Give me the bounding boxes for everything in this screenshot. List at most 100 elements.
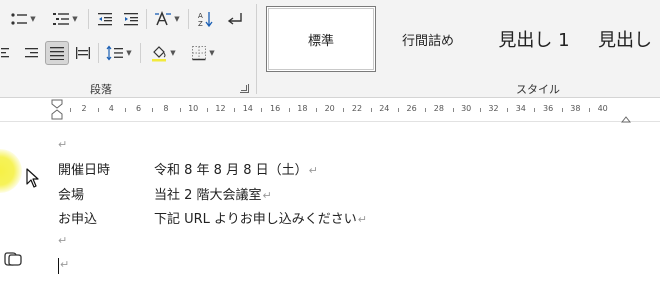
style-label: 標準 <box>307 33 334 49</box>
ruler-tick <box>124 108 126 112</box>
show-marks-button[interactable] <box>224 8 246 30</box>
line-spacing-button[interactable]: ▼ <box>102 42 136 64</box>
paragraph-mark: ↵ <box>58 234 68 247</box>
bullets-button[interactable]: ▼ <box>4 8 42 30</box>
increase-indent-button[interactable] <box>120 8 142 30</box>
ruler-number: 16 <box>270 104 281 113</box>
shading-button[interactable]: ▼ <box>146 42 180 64</box>
decrease-indent-button[interactable] <box>94 8 116 30</box>
ruler-tick <box>261 108 263 112</box>
borders-button[interactable]: ▼ <box>186 42 220 64</box>
ruler-number: 26 <box>406 104 417 113</box>
ruler-tick <box>534 108 536 112</box>
divider <box>146 9 147 29</box>
copilot-icon[interactable] <box>4 251 22 271</box>
ruler-number: 12 <box>215 104 226 113</box>
ruler-number: 40 <box>597 104 608 113</box>
line-spacing-icon <box>106 45 124 61</box>
asian-layout-button[interactable]: ▼ <box>150 8 184 30</box>
ruler-number: 28 <box>433 104 444 113</box>
ruler-tick <box>507 108 509 112</box>
paragraph-group-label: 段落 <box>90 83 112 96</box>
svg-text:Z: Z <box>198 20 203 28</box>
ruler-number: 20 <box>324 104 335 113</box>
ruler-number: 32 <box>488 104 499 113</box>
chevron-down-icon: ▼ <box>209 49 215 57</box>
ruler-number: 6 <box>136 104 142 113</box>
horizontal-ruler[interactable]: 2 4 6 8 10 12 14 16 18 20 22 24 26 28 30 32 34 36 38 40 <box>0 98 660 125</box>
align-right-icon <box>23 46 39 60</box>
ruler-number: 38 <box>570 104 581 113</box>
ruler-tick <box>152 108 154 112</box>
style-no-spacing[interactable]: 行間詰め <box>380 6 476 72</box>
style-heading-2[interactable]: 見出し <box>592 6 660 72</box>
justify-button[interactable] <box>45 41 69 65</box>
paragraph-mark: ↵ <box>357 213 368 226</box>
ruler-number: 14 <box>242 104 253 113</box>
chevron-down-icon: ▼ <box>174 15 180 23</box>
ruler-number: 34 <box>515 104 526 113</box>
ruler-number: 22 <box>351 104 363 113</box>
paint-bucket-icon <box>150 44 168 62</box>
paragraph-mark: ↵ <box>58 138 68 151</box>
ruler-number: 18 <box>297 104 308 113</box>
line-value-text: 当社 2 階大会議室 <box>154 188 262 203</box>
chevron-down-icon: ▼ <box>170 49 176 57</box>
line-value: 令和 8 年 8 月 8 日（土）↵ <box>154 159 318 178</box>
justify-icon <box>49 46 65 60</box>
ruler-tick <box>316 108 318 112</box>
line-value-text: 下記 URL よりお申し込みください <box>154 212 357 227</box>
line-value: 当社 2 階大会議室↵ <box>154 184 272 203</box>
distributed-button[interactable] <box>72 42 94 64</box>
styles-gallery: 標準 行間詰め 見出し 1 見出し <box>262 6 660 72</box>
ruler-tick <box>452 108 454 112</box>
asian-layout-icon <box>154 11 172 27</box>
chevron-down-icon: ▼ <box>30 15 36 23</box>
line-label: 開催日時 <box>58 163 111 178</box>
ruler-tick <box>343 108 345 112</box>
ruler-tick <box>425 108 427 112</box>
divider <box>188 9 189 29</box>
sort-button[interactable]: AZ <box>194 8 216 30</box>
divider <box>88 9 89 29</box>
ruler-number: 10 <box>188 104 199 113</box>
style-label: 見出し 1 <box>498 30 570 51</box>
paragraph-mark-icon <box>227 11 243 27</box>
sort-icon: AZ <box>197 10 213 28</box>
ruler-tick <box>370 108 372 112</box>
paragraph-mark: ↵ <box>60 258 70 271</box>
paragraph-group: ▼ ▼ ▼ AZ ▼ ▼ ▼ 段落 <box>0 0 256 98</box>
line-label: 会場 <box>58 188 85 203</box>
line-value-text: 令和 8 年 8 月 8 日（土） <box>154 163 308 178</box>
group-divider <box>256 4 257 94</box>
align-left-button[interactable] <box>0 42 16 64</box>
ruler-tick <box>97 108 99 112</box>
styles-group-label: スタイル <box>516 83 560 96</box>
text-cursor <box>58 258 59 274</box>
divider <box>98 43 99 63</box>
indent-marker[interactable] <box>51 99 63 125</box>
ruler-number: 4 <box>108 104 114 113</box>
ruler-tick <box>234 108 236 112</box>
ruler-tick <box>397 108 399 112</box>
svg-text:A: A <box>198 12 203 20</box>
ruler-number: 24 <box>379 104 390 113</box>
style-label: 見出し <box>598 30 652 51</box>
line-label: お申込 <box>58 212 98 227</box>
align-right-button[interactable] <box>20 42 42 64</box>
style-heading-1[interactable]: 見出し 1 <box>482 6 586 72</box>
ruler-tick <box>70 108 72 112</box>
divider <box>140 43 141 63</box>
ruler-number: 2 <box>81 104 87 113</box>
chevron-down-icon: ▼ <box>126 49 132 57</box>
ruler-tick <box>479 108 481 112</box>
multilevel-list-button[interactable]: ▼ <box>46 8 84 30</box>
multilevel-list-icon <box>52 11 70 27</box>
distributed-icon <box>75 46 91 60</box>
dialog-launcher-icon[interactable] <box>240 84 249 93</box>
document-page[interactable]: ↵ 開催日時 令和 8 年 8 月 8 日（土）↵ 会場 当社 2 階大会議室↵… <box>0 123 660 300</box>
bullets-icon <box>10 11 28 27</box>
style-normal[interactable]: 標準 <box>266 6 376 72</box>
ruler-tick <box>206 108 208 112</box>
ruler-number: 36 <box>543 104 554 113</box>
